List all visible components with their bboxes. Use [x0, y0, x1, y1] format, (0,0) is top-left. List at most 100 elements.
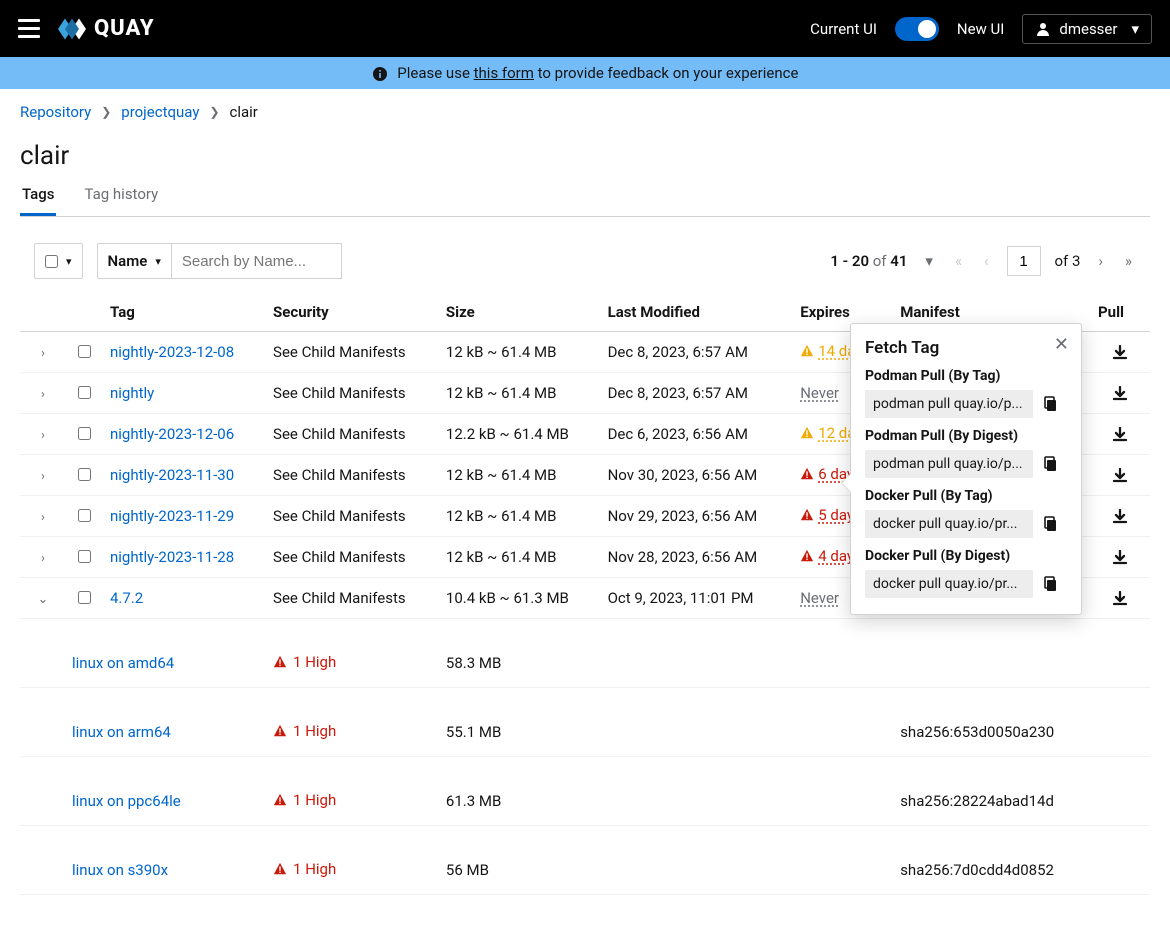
username: dmesser — [1059, 20, 1117, 38]
copy-button[interactable] — [1033, 570, 1067, 598]
tab-tag-history[interactable]: Tag history — [82, 179, 160, 216]
search-input[interactable] — [172, 243, 342, 279]
tag-link[interactable]: nightly-2023-11-30 — [110, 466, 234, 484]
pull-icon[interactable] — [1112, 425, 1128, 443]
ui-toggle-switch[interactable] — [895, 17, 939, 41]
tag-link[interactable]: nightly-2023-11-29 — [110, 507, 234, 525]
expires-never[interactable]: Never — [800, 589, 839, 607]
next-page-button[interactable]: › — [1094, 252, 1107, 270]
popover-section-title: Docker Pull (By Tag) — [865, 488, 1067, 504]
tag-link[interactable]: nightly-2023-11-28 — [110, 548, 234, 566]
pull-command-row: docker pull quay.io/pr... — [865, 510, 1067, 538]
select-all-checkbox[interactable] — [45, 255, 58, 268]
security-cell: See Child Manifests — [265, 414, 438, 455]
security-high[interactable]: 1 High — [273, 722, 336, 740]
col-tag: Tag — [102, 293, 265, 332]
row-checkbox[interactable] — [78, 468, 91, 481]
filter-field-label: Name — [108, 252, 148, 270]
col-size: Size — [438, 293, 600, 332]
platform-link[interactable]: linux on amd64 — [72, 654, 174, 672]
first-page-button[interactable]: « — [951, 252, 966, 270]
new-ui-label: New UI — [957, 20, 1004, 38]
current-ui-label: Current UI — [810, 20, 877, 38]
feedback-form-link[interactable]: this form — [474, 64, 534, 82]
expand-toggle[interactable]: ⌄ — [38, 592, 49, 607]
filter-field-dropdown[interactable]: Name ▾ — [97, 243, 172, 279]
size-cell: 12 kB ~ 61.4 MB — [438, 455, 600, 496]
security-high[interactable]: 1 High — [273, 653, 336, 671]
pull-icon[interactable] — [1112, 589, 1128, 607]
child-manifest-row: linux on s390x 1 High56 MBsha256:7d0cdd4… — [20, 846, 1150, 895]
row-checkbox[interactable] — [78, 345, 91, 358]
tag-link[interactable]: nightly — [110, 384, 154, 402]
last-modified-cell: Dec 8, 2023, 6:57 AM — [600, 332, 793, 373]
select-all-dropdown[interactable]: ▾ — [34, 243, 83, 279]
pull-command-row: podman pull quay.io/p... — [865, 390, 1067, 418]
security-high[interactable]: 1 High — [273, 791, 336, 809]
row-checkbox[interactable] — [78, 591, 91, 604]
pull-icon[interactable] — [1112, 507, 1128, 525]
last-page-button[interactable]: » — [1121, 252, 1136, 270]
breadcrumb-repository[interactable]: Repository — [20, 103, 91, 121]
last-modified-cell: Nov 28, 2023, 6:56 AM — [600, 537, 793, 578]
platform-link[interactable]: linux on arm64 — [72, 723, 171, 741]
copy-button[interactable] — [1033, 450, 1067, 478]
toolbar: ▾ Name ▾ 1 - 20 of 41 ▾ « ‹ of 3 › » — [20, 243, 1150, 279]
expand-toggle[interactable]: › — [41, 510, 45, 525]
pull-icon[interactable] — [1112, 343, 1128, 361]
expand-toggle[interactable]: › — [41, 428, 45, 443]
copy-button[interactable] — [1033, 390, 1067, 418]
size-cell: 12 kB ~ 61.4 MB — [438, 332, 600, 373]
caret-down-icon: ▾ — [66, 255, 72, 268]
col-security: Security — [265, 293, 438, 332]
row-checkbox[interactable] — [78, 427, 91, 440]
breadcrumb-current: clair — [230, 103, 258, 121]
quay-logo-icon — [58, 15, 86, 43]
size-cell: 10.4 kB ~ 61.3 MB — [438, 578, 600, 619]
expand-toggle[interactable]: › — [41, 387, 45, 402]
caret-down-icon: ▾ — [155, 255, 161, 268]
tag-link[interactable]: nightly-2023-12-06 — [110, 425, 234, 443]
tag-link[interactable]: nightly-2023-12-08 — [110, 343, 234, 361]
expand-toggle[interactable]: › — [41, 469, 45, 484]
page-number-input[interactable] — [1007, 246, 1041, 276]
col-last-modified: Last Modified — [600, 293, 793, 332]
platform-link[interactable]: linux on ppc64le — [72, 792, 181, 810]
hamburger-menu-icon[interactable] — [18, 19, 40, 38]
row-checkbox[interactable] — [78, 550, 91, 563]
size-cell: 55.1 MB — [438, 708, 600, 757]
user-icon — [1035, 21, 1051, 37]
pull-icon[interactable] — [1112, 384, 1128, 402]
col-pull: Pull — [1090, 293, 1150, 332]
breadcrumb-org[interactable]: projectquay — [121, 103, 199, 121]
brand-logo[interactable]: QUAY — [58, 15, 155, 43]
range-dropdown[interactable]: ▾ — [921, 252, 937, 270]
copy-button[interactable] — [1033, 510, 1067, 538]
close-icon[interactable]: ✕ — [1054, 334, 1069, 355]
tabs: Tags Tag history — [20, 179, 1150, 217]
tag-link[interactable]: 4.7.2 — [110, 589, 143, 607]
size-cell: 12.2 kB ~ 61.4 MB — [438, 414, 600, 455]
pull-icon[interactable] — [1112, 466, 1128, 484]
last-modified-cell: Oct 9, 2023, 11:01 PM — [600, 578, 793, 619]
row-checkbox[interactable] — [78, 509, 91, 522]
manifest-digest: sha256:28224abad14d — [892, 777, 1090, 826]
feedback-banner: Please use this form to provide feedback… — [0, 57, 1170, 89]
security-high[interactable]: 1 High — [273, 860, 336, 878]
expand-toggle[interactable]: › — [41, 551, 45, 566]
row-checkbox[interactable] — [78, 386, 91, 399]
pull-icon[interactable] — [1112, 548, 1128, 566]
pull-command-row: docker pull quay.io/pr... — [865, 570, 1067, 598]
pagination: 1 - 20 of 41 ▾ « ‹ of 3 › » — [830, 246, 1136, 276]
platform-link[interactable]: linux on s390x — [72, 861, 168, 879]
tab-tags[interactable]: Tags — [20, 179, 56, 216]
expires-never[interactable]: Never — [800, 384, 839, 402]
size-cell: 58.3 MB — [438, 639, 600, 688]
fetch-tag-popover: ✕ Fetch Tag Podman Pull (By Tag)podman p… — [850, 323, 1082, 615]
expand-toggle[interactable]: › — [41, 346, 45, 361]
prev-page-button[interactable]: ‹ — [980, 252, 993, 270]
chevron-right-icon: ❯ — [209, 105, 219, 119]
user-menu[interactable]: dmesser ▾ — [1022, 14, 1152, 44]
banner-suffix: to provide feedback on your experience — [534, 64, 799, 82]
security-cell: See Child Manifests — [265, 455, 438, 496]
